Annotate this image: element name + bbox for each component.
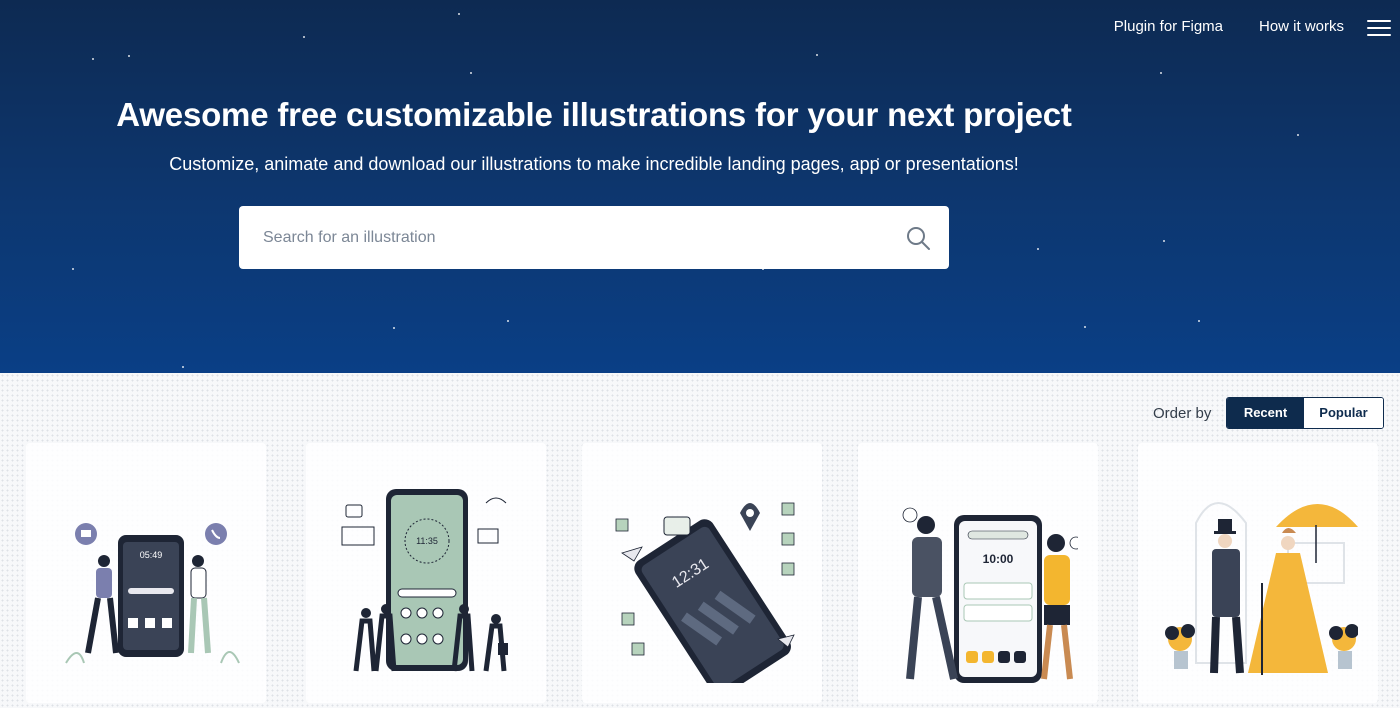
crowd-phone-illustration: 11:35 (341, 489, 508, 672)
page-title: Awesome free customizable illustrations … (116, 96, 1072, 133)
tilted-phone-illustration: 12:31 (615, 502, 795, 683)
search-icon[interactable] (905, 225, 931, 251)
page-subtitle: Customize, animate and download our illu… (169, 154, 1019, 174)
illustration-card[interactable]: 10:00 (858, 443, 1098, 703)
nav-how-it-works[interactable]: How it works (1259, 18, 1344, 35)
order-by-label: Order by (1153, 405, 1212, 422)
illustration-card[interactable] (1138, 443, 1378, 703)
order-popular-button[interactable]: Popular (1304, 398, 1383, 428)
illustration-card[interactable]: 12:31 (582, 443, 822, 703)
hamburger-menu-icon[interactable] (1367, 20, 1391, 36)
hero-banner: Plugin for Figma How it works Awesome fr… (0, 0, 1400, 373)
phone-couple-illustration: 10:00 (902, 507, 1078, 683)
order-recent-button[interactable]: Recent (1227, 398, 1304, 428)
search-box (239, 206, 949, 269)
top-nav: Plugin for Figma How it works (0, 18, 1400, 38)
illustration-card[interactable]: 11:35 (306, 443, 546, 703)
phone-time-text: 05:49 (140, 550, 163, 560)
phone-time-text: 10:00 (983, 552, 1014, 566)
victorian-couple-illustration (1165, 502, 1358, 675)
illustration-card[interactable]: 05:49 (26, 443, 266, 703)
phone-time-text: 11:35 (416, 536, 438, 546)
phone-people-illustration: 05:49 (65, 523, 240, 664)
search-input[interactable] (239, 206, 889, 269)
illustrations-section: Order by Recent Popular 05:49 11:35 12:3… (0, 373, 1400, 708)
order-toggle: Recent Popular (1226, 397, 1384, 429)
nav-plugin-for-figma[interactable]: Plugin for Figma (1114, 18, 1223, 35)
